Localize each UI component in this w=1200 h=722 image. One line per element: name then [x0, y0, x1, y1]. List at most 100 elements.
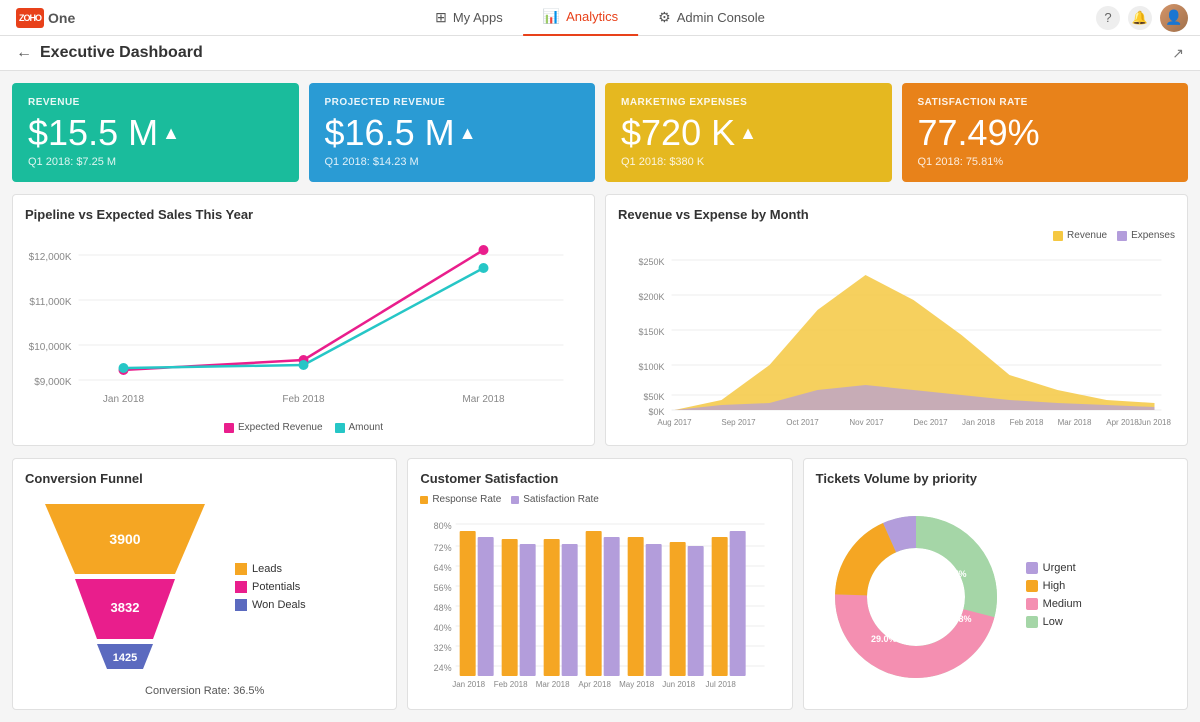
- adminconsole-icon: ⚙: [658, 9, 671, 26]
- logo[interactable]: ZOHO One: [0, 8, 91, 28]
- page-title-row: ← Executive Dashboard: [16, 44, 203, 62]
- expenses-color-dot: [1117, 231, 1127, 241]
- svg-text:Apr 2018: Apr 2018: [1106, 418, 1139, 427]
- svg-text:$200K: $200K: [638, 292, 664, 302]
- revenue-chart-title: Revenue vs Expense by Month: [618, 207, 1175, 222]
- nav-right: ? 🔔 👤: [1096, 4, 1200, 32]
- charts-row-1: Pipeline vs Expected Sales This Year $12…: [12, 194, 1188, 446]
- funnel-container: 3900 3832 1425 Leads Potentials: [25, 494, 384, 679]
- high-color: [1026, 580, 1038, 592]
- wondeals-color: [235, 599, 247, 611]
- svg-text:3900: 3900: [109, 531, 140, 547]
- svg-text:6.7%: 6.7%: [946, 569, 967, 579]
- high-legend: High: [1026, 580, 1082, 592]
- svg-text:May 2018: May 2018: [619, 680, 655, 689]
- svg-text:46.5%: 46.5%: [888, 554, 914, 564]
- bottom-row: Conversion Funnel 3900 3832 1425: [12, 458, 1188, 710]
- svg-text:32%: 32%: [434, 643, 452, 653]
- revenue-color-dot: [1053, 231, 1063, 241]
- svg-text:$12,000K: $12,000K: [29, 252, 72, 263]
- funnel-wondeals-legend: Won Deals: [235, 599, 306, 611]
- svg-text:Mar 2018: Mar 2018: [462, 394, 505, 405]
- satisfaction-rate-legend: Satisfaction Rate: [511, 494, 599, 505]
- donut-legend: Urgent High Medium Low: [1026, 562, 1082, 628]
- tickets-chart-card: Tickets Volume by priority: [803, 458, 1188, 710]
- kpi-revenue: REVENUE $15.5 M ▲ Q1 2018: $7.25 M: [12, 83, 299, 182]
- svg-text:72%: 72%: [434, 543, 452, 553]
- user-avatar[interactable]: 👤: [1160, 4, 1188, 32]
- back-button[interactable]: ←: [16, 44, 32, 62]
- low-color: [1026, 616, 1038, 628]
- legend-amount: Amount: [335, 422, 383, 433]
- svg-text:Jan 2018: Jan 2018: [453, 680, 486, 689]
- nav-adminconsole[interactable]: ⚙ Admin Console: [638, 0, 785, 36]
- nav-analytics[interactable]: 📊 Analytics: [523, 0, 638, 36]
- svg-text:Jul 2018: Jul 2018: [706, 680, 737, 689]
- pipeline-chart-svg: $12,000K $11,000K $10,000K $9,000K Jan 2…: [25, 230, 582, 415]
- svg-text:80%: 80%: [434, 521, 452, 531]
- zoho-box-icon: ZOHO: [16, 8, 44, 28]
- funnel-legend: Leads Potentials Won Deals: [235, 563, 306, 611]
- satisfaction-chart-card: Customer Satisfaction Response Rate Sati…: [407, 458, 792, 710]
- expected-revenue-dot: [224, 423, 234, 433]
- response-rate-legend: Response Rate: [420, 494, 501, 505]
- pipeline-legend: Expected Revenue Amount: [25, 422, 582, 433]
- notifications-icon[interactable]: 🔔: [1128, 6, 1152, 30]
- svg-text:Oct 2017: Oct 2017: [786, 418, 819, 427]
- low-legend: Low: [1026, 616, 1082, 628]
- svg-text:29.0%: 29.0%: [871, 634, 897, 644]
- kpi-projected-revenue: PROJECTED REVENUE $16.5 M ▲ Q1 2018: $14…: [309, 83, 596, 182]
- svg-text:40%: 40%: [434, 623, 452, 633]
- funnel-svg: 3900 3832 1425: [25, 494, 225, 679]
- satisfaction-svg: 80% 72% 64% 56% 48% 40% 32% 24%: [420, 509, 779, 694]
- svg-text:$11,000K: $11,000K: [29, 297, 71, 308]
- svg-text:Mar 2018: Mar 2018: [1058, 418, 1092, 427]
- funnel-leads-legend: Leads: [235, 563, 306, 575]
- svg-text:$250K: $250K: [638, 257, 664, 267]
- svg-text:Feb 2018: Feb 2018: [1010, 418, 1044, 427]
- svg-text:$0K: $0K: [648, 407, 664, 417]
- pipeline-chart-card: Pipeline vs Expected Sales This Year $12…: [12, 194, 595, 446]
- svg-text:Apr 2018: Apr 2018: [579, 680, 612, 689]
- one-label: One: [48, 10, 75, 26]
- svg-text:$10,000K: $10,000K: [29, 342, 72, 353]
- tickets-chart-title: Tickets Volume by priority: [816, 471, 1175, 486]
- svg-text:1425: 1425: [113, 652, 137, 664]
- conversion-rate: Conversion Rate: 36.5%: [25, 685, 384, 697]
- external-link-icon[interactable]: ↗: [1172, 45, 1184, 62]
- kpi-row: REVENUE $15.5 M ▲ Q1 2018: $7.25 M PROJE…: [12, 83, 1188, 182]
- amount-dot: [335, 423, 345, 433]
- revenue-chart-svg: $250K $200K $150K $100K $50K $0K Aug 201…: [618, 245, 1175, 430]
- svg-text:$100K: $100K: [638, 362, 664, 372]
- svg-text:Nov 2017: Nov 2017: [849, 418, 884, 427]
- medium-color: [1026, 598, 1038, 610]
- svg-text:24%: 24%: [434, 663, 452, 673]
- leads-color: [235, 563, 247, 575]
- urgent-color: [1026, 562, 1038, 574]
- kpi-satisfaction-rate: SATISFACTION RATE 77.49% Q1 2018: 75.81%: [902, 83, 1189, 182]
- satisfaction-color-dot: [511, 496, 519, 504]
- legend-expected-revenue: Expected Revenue: [224, 422, 323, 433]
- medium-legend: Medium: [1026, 598, 1082, 610]
- response-color-dot: [420, 496, 428, 504]
- potentials-color: [235, 581, 247, 593]
- help-icon[interactable]: ?: [1096, 6, 1120, 30]
- svg-text:Sep 2017: Sep 2017: [721, 418, 756, 427]
- svg-text:Feb 2018: Feb 2018: [494, 680, 528, 689]
- main-content: REVENUE $15.5 M ▲ Q1 2018: $7.25 M PROJE…: [0, 71, 1200, 722]
- top-nav: ZOHO One ⊞ My Apps 📊 Analytics ⚙ Admin C…: [0, 0, 1200, 36]
- svg-text:Jun 2018: Jun 2018: [1138, 418, 1171, 427]
- svg-text:Jan 2018: Jan 2018: [962, 418, 995, 427]
- funnel-potentials-legend: Potentials: [235, 581, 306, 593]
- page-header: ← Executive Dashboard ↗: [0, 36, 1200, 71]
- expenses-legend-item: Expenses: [1117, 230, 1175, 241]
- svg-text:Jan 2018: Jan 2018: [103, 394, 145, 405]
- analytics-icon: 📊: [543, 8, 560, 25]
- nav-center: ⊞ My Apps 📊 Analytics ⚙ Admin Console: [415, 0, 785, 36]
- svg-text:64%: 64%: [434, 563, 452, 573]
- revenue-expense-chart-card: Revenue vs Expense by Month Revenue Expe…: [605, 194, 1188, 446]
- donut-container: 46.5% 6.7% 17.8% 29.0% Urgent High: [816, 494, 1175, 695]
- svg-text:48%: 48%: [434, 603, 452, 613]
- nav-myapps[interactable]: ⊞ My Apps: [415, 0, 523, 36]
- funnel-chart-card: Conversion Funnel 3900 3832 1425: [12, 458, 397, 710]
